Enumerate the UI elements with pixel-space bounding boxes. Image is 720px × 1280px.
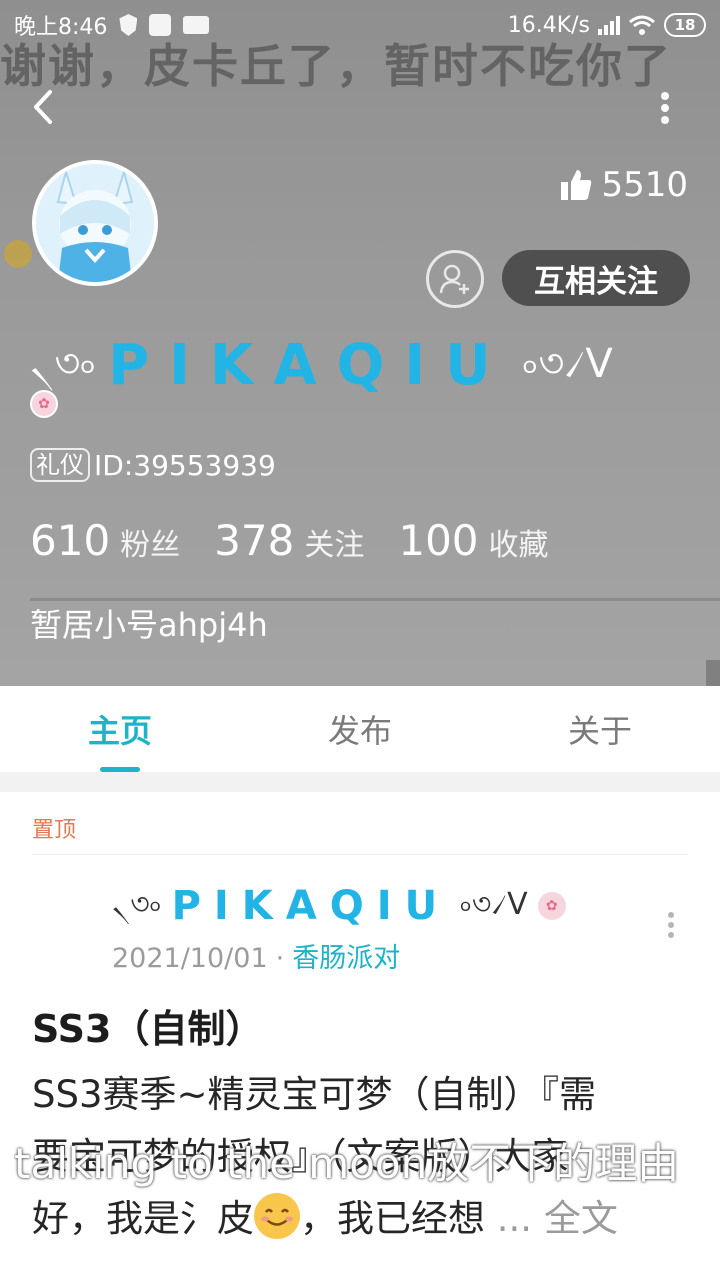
profile-header: 谢谢，皮卡丘了，暂时不吃你了 晚上8:46 16.4K/s 18 5510 互相…	[0, 0, 720, 686]
likes-number: 5510	[601, 165, 688, 205]
post-body-line: 好，我是氵皮 ，我已经想 ... 全文	[32, 1188, 688, 1250]
post-body-text: 好，我是氵皮	[32, 1197, 254, 1240]
tab-home[interactable]: 主页	[0, 686, 240, 772]
author-decoration-left: ৲৩৹	[112, 887, 162, 922]
profile-nickname: ৲৩৹ PIKAQIU ৹৩৴V	[30, 332, 613, 399]
post-more-button[interactable]	[664, 910, 678, 940]
section-separator	[0, 772, 720, 792]
nickname-decoration-right: ৹৩৴V	[522, 341, 613, 387]
profile-stats: 610 粉丝 378 关注 100 收藏	[30, 516, 583, 565]
post-body-text: ，我已经想	[300, 1197, 485, 1240]
favorites-count[interactable]: 100	[398, 516, 478, 565]
tab-posts-label: 发布	[327, 712, 392, 750]
shield-icon	[119, 14, 138, 36]
pinned-label: 置顶	[32, 818, 77, 843]
fans-count[interactable]: 610	[30, 516, 110, 565]
post-date: 2021/10/01	[112, 943, 268, 974]
app-notification-icon	[149, 14, 172, 36]
network-speed: 16.4K/s	[507, 12, 590, 38]
etiquette-tag[interactable]: 礼仪	[30, 448, 90, 482]
vertical-dots-icon	[661, 92, 669, 124]
tab-home-label: 主页	[87, 712, 152, 750]
back-button[interactable]	[26, 82, 66, 132]
fans-label[interactable]: 粉丝	[120, 520, 180, 564]
ellipsis: ...	[496, 1197, 533, 1240]
add-user-icon	[439, 264, 469, 294]
signal-icon	[598, 15, 620, 35]
author-name: PIKAQIU	[171, 882, 451, 929]
post-body-line: SS3赛季~精灵宝可梦（自制）『需	[32, 1073, 597, 1116]
background-decoration	[706, 660, 720, 686]
status-bar: 晚上8:46 16.4K/s 18	[0, 0, 720, 50]
add-friend-button[interactable]	[426, 250, 484, 308]
following-count[interactable]: 378	[214, 516, 294, 565]
thumbs-up-icon	[561, 170, 592, 200]
vertical-dots-icon	[668, 912, 674, 938]
tab-posts[interactable]: 发布	[240, 686, 480, 772]
author-decoration-right: ৹৩৴V	[460, 887, 528, 922]
profile-bio: 暂居小号ahpj4h	[30, 606, 268, 644]
nickname-text: PIKAQIU	[108, 333, 511, 398]
wifi-icon	[629, 15, 655, 35]
author-badge-icon: ✿	[537, 891, 566, 920]
post-author[interactable]: ৲৩৹ PIKAQIU ৹৩৴V ✿	[112, 880, 566, 931]
background-decoration	[4, 240, 32, 268]
likes-count: 5510	[559, 165, 688, 205]
post-topic-link[interactable]: 香肠派对	[292, 943, 400, 974]
more-options-button[interactable]	[650, 88, 680, 128]
read-full-link[interactable]: 全文	[544, 1197, 618, 1240]
post-title[interactable]: SS3（自制）	[32, 998, 263, 1053]
avatar[interactable]	[32, 160, 158, 286]
tab-about[interactable]: 关于	[480, 686, 720, 772]
user-id: ID:39553939	[94, 448, 276, 482]
post-meta: 2021/10/01 · 香肠派对	[112, 936, 400, 975]
user-id-row: 礼仪 ID:39553939	[30, 448, 276, 482]
mutual-follow-button[interactable]: 互相关注	[502, 250, 690, 306]
status-time: 晚上8:46	[14, 15, 108, 40]
divider	[32, 854, 688, 855]
smile-emoji-icon	[254, 1193, 300, 1239]
video-subtitle-overlay: talking to the moon放不下的理由	[14, 1139, 680, 1188]
user-badge-icon[interactable]: ✿	[30, 390, 58, 418]
nickname-decoration-left: ৲৩৹	[30, 341, 97, 387]
battery-indicator: 18	[664, 13, 706, 37]
meta-separator: ·	[275, 943, 285, 974]
profile-tabs: 主页 发布 关于	[0, 686, 720, 772]
video-camera-icon	[183, 16, 210, 34]
following-label[interactable]: 关注	[304, 520, 364, 564]
chevron-left-icon	[34, 90, 52, 124]
post-card[interactable]: 置顶 ৲৩৹ PIKAQIU ৹৩৴V ✿ 2021/10/01 · 香肠派对 SS…	[0, 792, 720, 1280]
tab-about-label: 关于	[567, 712, 632, 750]
favorites-label[interactable]: 收藏	[489, 520, 549, 564]
avatar-image	[36, 164, 154, 282]
